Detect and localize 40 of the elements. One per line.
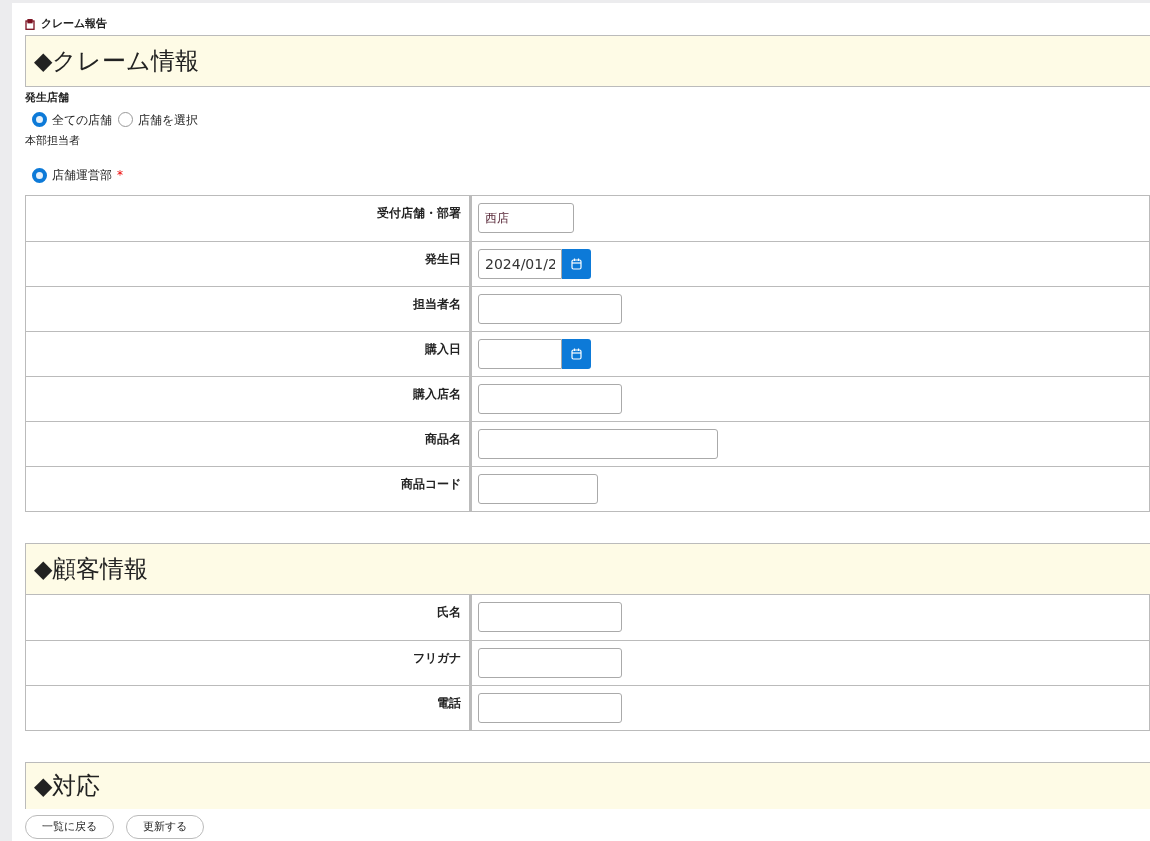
action-button[interactable]: 更新する: [126, 815, 204, 839]
radio-button[interactable]: [32, 112, 47, 127]
field-label: フリガナ: [26, 641, 472, 685]
calendar-button[interactable]: [562, 339, 591, 369]
radio-option[interactable]: 全ての店舗: [32, 110, 112, 129]
text-input-field[interactable]: [478, 693, 622, 723]
text-input-field[interactable]: 西店: [478, 203, 574, 233]
section-header: ◆顧客情報: [25, 543, 1150, 595]
field-label: 商品コード: [26, 467, 472, 511]
date-input-field[interactable]: [478, 339, 562, 369]
field-label: 発生日: [26, 242, 472, 286]
text-input-field[interactable]: [478, 294, 622, 324]
field-label: 商品名: [26, 422, 472, 466]
field-label: 購入店名: [26, 377, 472, 421]
text-input-field[interactable]: [478, 384, 622, 414]
radio-button[interactable]: [32, 167, 47, 183]
field-label: 受付店舗・部署: [26, 196, 472, 241]
text-input-field[interactable]: [478, 429, 718, 459]
text-input-field[interactable]: [478, 474, 598, 504]
radio-option[interactable]: 店舗運営部: [32, 166, 112, 184]
clipboard-icon: [25, 19, 35, 30]
action-button[interactable]: 一覧に戻る: [25, 815, 114, 839]
section-header: ◆クレーム情報: [25, 35, 1150, 87]
text-input-field[interactable]: [478, 648, 622, 678]
field-label: 氏名: [26, 595, 472, 640]
field-label: 購入日: [26, 332, 472, 376]
calendar-icon: [571, 348, 582, 360]
page-title: クレーム報告: [41, 16, 107, 33]
group-label: 本部担当者: [25, 132, 81, 149]
section-header: ◆対応: [25, 762, 1150, 809]
radio-option[interactable]: 店舗を選択: [118, 110, 198, 129]
calendar-button[interactable]: [562, 249, 591, 279]
calendar-icon: [571, 258, 582, 270]
date-input-field[interactable]: 2024/01/2: [478, 249, 562, 279]
radio-button[interactable]: [118, 112, 133, 127]
field-label: 電話: [26, 686, 472, 730]
text-input-field[interactable]: [478, 602, 622, 632]
field-label: 担当者名: [26, 287, 472, 331]
required-mark: *: [117, 167, 123, 184]
group-label: 発生店舗: [25, 90, 70, 106]
